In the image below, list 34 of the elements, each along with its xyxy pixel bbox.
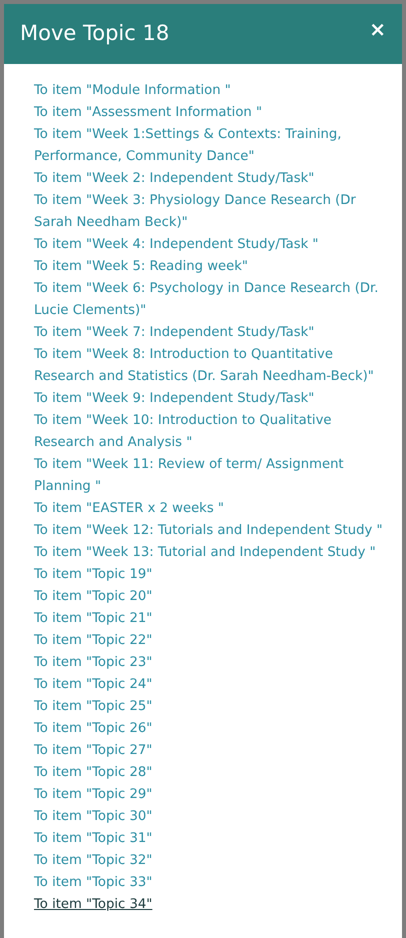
- move-target-link[interactable]: To item "Week 13: Tutorial and Independent Study ": [34, 542, 388, 564]
- move-target-link[interactable]: To item "Topic 24": [34, 674, 388, 696]
- move-target-link[interactable]: To item "Week 4: Independent Study/Task ": [34, 234, 388, 256]
- move-target-link[interactable]: To item "Week 6: Psychology in Dance Research (Dr. Lucie Clements)": [34, 278, 388, 322]
- move-target-link[interactable]: To item "Topic 23": [34, 652, 388, 674]
- move-target-link[interactable]: To item "Week 9: Independent Study/Task": [34, 388, 388, 410]
- move-target-link[interactable]: To item "Topic 20": [34, 586, 388, 608]
- move-target-link[interactable]: To item "Week 3: Physiology Dance Research (Dr Sarah Needham Beck)": [34, 190, 388, 234]
- move-target-link[interactable]: To item "Topic 33": [34, 872, 388, 894]
- move-target-link[interactable]: To item "Week 1:Settings & Contexts: Training, Performance, Community Dance": [34, 124, 388, 168]
- move-target-link[interactable]: To item "Topic 25": [34, 696, 388, 718]
- move-target-link[interactable]: To item "Week 12: Tutorials and Independent Study ": [34, 520, 388, 542]
- move-target-link[interactable]: To item "Topic 27": [34, 740, 388, 762]
- move-target-link[interactable]: To item "Topic 21": [34, 608, 388, 630]
- move-target-link[interactable]: To item "EASTER x 2 weeks ": [34, 498, 388, 520]
- move-target-link[interactable]: To item "Week 2: Independent Study/Task": [34, 168, 388, 190]
- move-target-link[interactable]: To item "Topic 30": [34, 806, 388, 828]
- move-target-link[interactable]: To item "Topic 31": [34, 828, 388, 850]
- move-target-link[interactable]: To item "Module Information ": [34, 80, 388, 102]
- move-target-link[interactable]: To item "Topic 19": [34, 564, 388, 586]
- move-target-link[interactable]: To item "Week 8: Introduction to Quantitative Research and Statistics (Dr. Sarah Needham-Beck)": [34, 344, 388, 388]
- move-target-link[interactable]: To item "Week 10: Introduction to Qualitative Research and Analysis ": [34, 410, 388, 454]
- modal-title: Move Topic 18: [20, 21, 170, 47]
- move-target-link[interactable]: To item "Topic 22": [34, 630, 388, 652]
- move-target-link[interactable]: To item "Topic 34": [34, 894, 388, 916]
- move-target-link[interactable]: To item "Week 11: Review of term/ Assignment Planning ": [34, 454, 388, 498]
- close-button[interactable]: ×: [369, 19, 386, 49]
- move-target-link[interactable]: To item "Week 5: Reading week": [34, 256, 388, 278]
- move-target-link[interactable]: To item "Topic 28": [34, 762, 388, 784]
- move-target-link[interactable]: To item "Topic 32": [34, 850, 388, 872]
- move-target-link[interactable]: To item "Topic 26": [34, 718, 388, 740]
- move-target-link[interactable]: To item "Assessment Information ": [34, 102, 388, 124]
- move-target-link[interactable]: To item "Week 7: Independent Study/Task": [34, 322, 388, 344]
- move-target-link[interactable]: To item "Topic 29": [34, 784, 388, 806]
